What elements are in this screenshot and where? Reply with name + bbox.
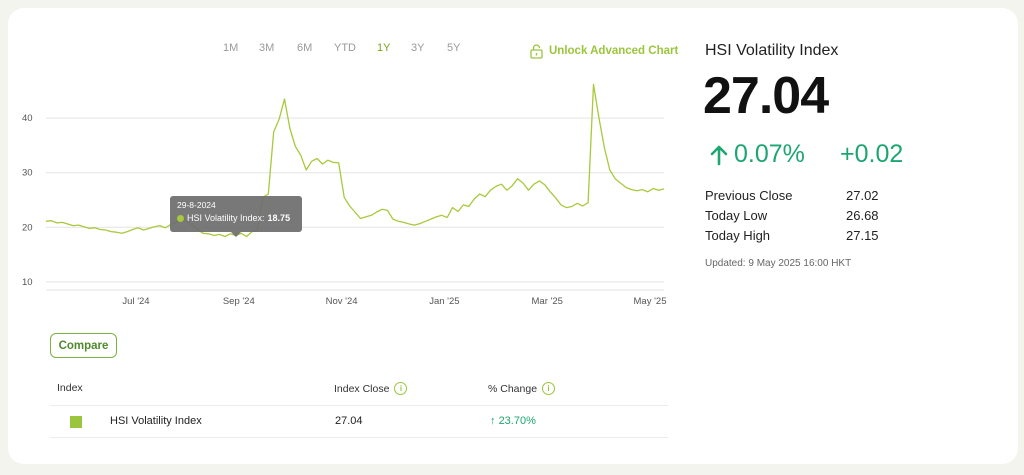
stat-value: 27.02 <box>846 188 879 203</box>
row-index-name: HSI Volatility Index <box>110 415 202 427</box>
tooltip-date: 29-8-2024 <box>177 200 216 210</box>
tooltip-value: 18.75 <box>267 213 291 223</box>
series-line <box>45 83 665 238</box>
header-pct-label: % Change <box>488 382 538 395</box>
change-percent-value: 0.07% <box>734 140 805 168</box>
tooltip-pointer <box>231 232 241 237</box>
index-price: 27.04 <box>703 67 829 125</box>
y-tick-label: 20 <box>22 222 33 233</box>
table-header: Index Index Close i % Change i <box>50 376 668 406</box>
stat-label: Today Low <box>705 208 768 223</box>
y-tick-label: 40 <box>22 113 33 124</box>
row-pct-change: ↑ 23.70% <box>490 415 536 427</box>
stat-value: 26.68 <box>846 208 879 223</box>
info-icon[interactable]: i <box>394 382 408 395</box>
y-tick-label: 30 <box>22 168 33 179</box>
stat-value: 27.15 <box>846 228 879 243</box>
stat-today-low: Today Low 26.68 <box>705 208 905 226</box>
series-color-swatch <box>70 416 82 428</box>
x-tick-label: Jul '24 <box>122 296 149 307</box>
row-pct-value: 23.70% <box>498 415 536 427</box>
tooltip-series-name: HSI Volatility Index: <box>187 213 265 223</box>
info-icon[interactable]: i <box>542 382 556 395</box>
change-percent: 0.07% <box>710 140 805 169</box>
x-tick-label: Jan '25 <box>429 296 459 307</box>
updated-timestamp: Updated: 9 May 2025 16:00 HKT <box>705 258 852 269</box>
stat-label: Today High <box>705 228 771 243</box>
row-index-close: 27.04 <box>335 415 363 427</box>
x-tick-label: Mar '25 <box>532 296 563 307</box>
change-absolute: +0.02 <box>840 140 904 168</box>
header-close-label: Index Close <box>334 382 390 395</box>
header-index-label: Index <box>57 382 83 394</box>
line-chart[interactable]: 10 20 30 40 Jul '24 Sep '24 Nov '24 Jan '25 Mar … <box>0 0 680 320</box>
series-dot-icon <box>177 214 184 222</box>
compare-button[interactable]: Compare <box>50 333 117 358</box>
x-tick-label: May '25 <box>634 296 667 307</box>
header-index: Index <box>57 382 83 394</box>
table-row: HSI Volatility Index 27.04 ↑ 23.70% <box>50 406 668 438</box>
arrow-up-icon: ↑ <box>490 415 496 427</box>
y-tick-label: 10 <box>22 277 33 288</box>
x-tick-label: Nov '24 <box>326 296 358 307</box>
header-close: Index Close i <box>334 382 408 395</box>
arrow-up-icon <box>710 145 728 165</box>
x-tick-label: Sep '24 <box>223 296 255 307</box>
stat-today-high: Today High 27.15 <box>705 228 905 246</box>
stat-previous-close: Previous Close 27.02 <box>705 188 905 206</box>
stat-label: Previous Close <box>705 188 793 203</box>
header-pct: % Change i <box>488 382 556 395</box>
chart-tooltip: 29-8-2024 HSI Volatility Index: 18.75 <box>170 196 302 232</box>
index-title: HSI Volatility Index <box>705 42 839 59</box>
